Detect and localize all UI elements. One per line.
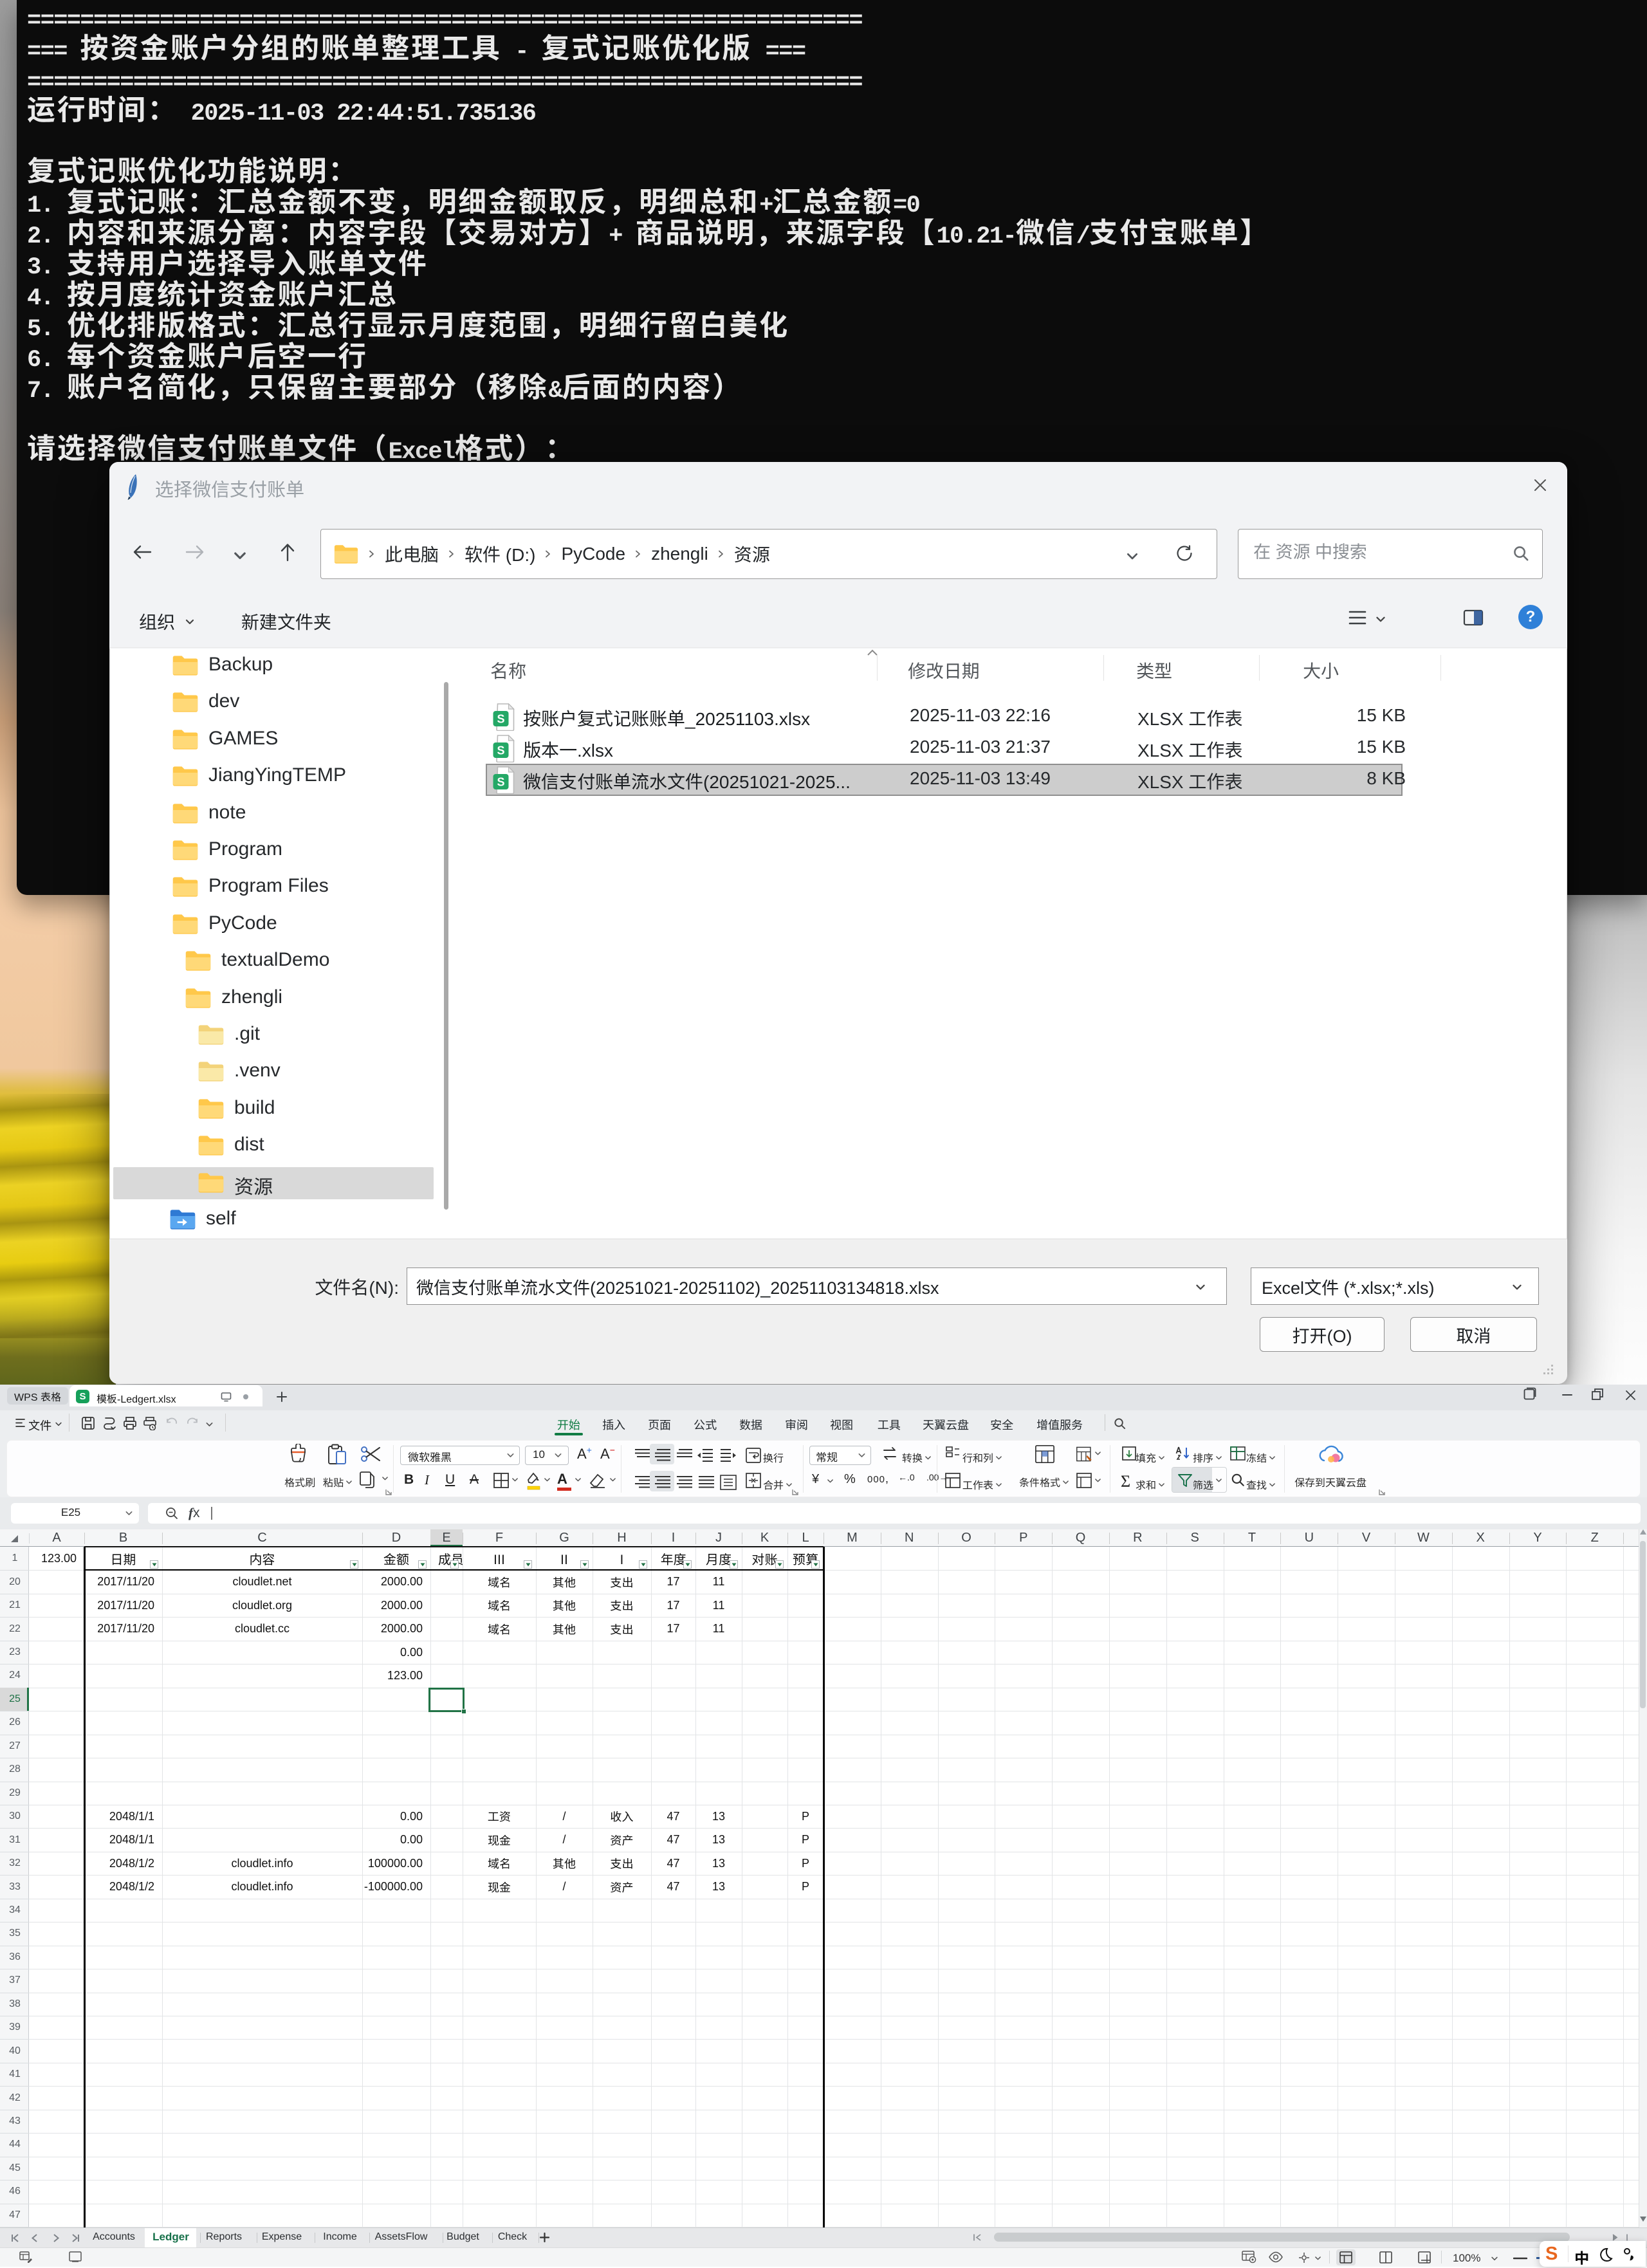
svg-text:S: S <box>497 776 504 789</box>
svg-text:S: S <box>497 744 504 757</box>
svg-text:S: S <box>497 713 504 726</box>
